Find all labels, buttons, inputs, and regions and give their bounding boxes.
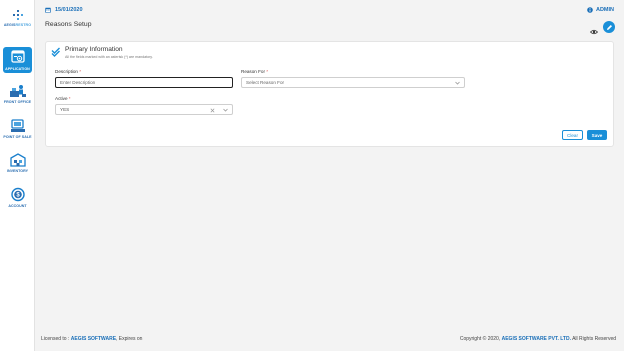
sidebar-item-label: INVENTORY bbox=[6, 169, 29, 173]
company-name: AEGIS SOFTWARE PVT. LTD. bbox=[501, 336, 571, 342]
required-marker: * bbox=[68, 96, 71, 101]
license-prefix: Licensed to : bbox=[41, 336, 70, 342]
eye-icon bbox=[589, 29, 599, 35]
copyright-prefix: Copyright © 2020, bbox=[459, 336, 501, 342]
double-check-icon bbox=[51, 47, 60, 57]
active-value: YES bbox=[60, 107, 70, 112]
clear-button[interactable]: Clear bbox=[562, 130, 583, 140]
calendar-icon bbox=[45, 7, 51, 13]
license-expiry: , Expires on bbox=[116, 336, 143, 342]
point-of-sale-icon bbox=[10, 119, 25, 132]
required-marker: * bbox=[266, 69, 269, 74]
description-placeholder: Enter Description bbox=[60, 80, 96, 85]
date-display: 15/01/2020 bbox=[45, 7, 83, 13]
account-icon: $ bbox=[10, 187, 25, 202]
active-label: Active * bbox=[55, 96, 71, 101]
active-select[interactable]: YES bbox=[55, 104, 233, 115]
front-office-icon bbox=[9, 85, 26, 97]
sidebar-item-label: POINT OF SALE bbox=[3, 135, 32, 139]
sidebar-item-inventory[interactable]: INVENTORY bbox=[0, 153, 35, 173]
inventory-icon bbox=[9, 153, 26, 167]
reason-for-placeholder: Select Reason For bbox=[246, 80, 285, 85]
active-label-text: Active bbox=[55, 96, 68, 101]
section-title: Primary Information bbox=[65, 46, 123, 53]
user-info-icon bbox=[587, 7, 593, 13]
application-icon bbox=[10, 50, 25, 63]
reason-for-label-text: Reason For bbox=[241, 69, 266, 74]
chevron-down-icon[interactable] bbox=[455, 81, 460, 85]
sidebar-item-label: FRONT OFFICE bbox=[3, 100, 32, 104]
sidebar-item-label: ACCOUNT bbox=[8, 204, 27, 208]
user-menu[interactable]: ADMIN bbox=[587, 7, 614, 13]
license-info: Licensed to : AEGIS SOFTWARE, Expires on bbox=[41, 336, 142, 342]
description-label-text: Description bbox=[55, 69, 78, 74]
primary-information-card: Primary Information All the fields marke… bbox=[45, 41, 614, 147]
section-subtitle: All the fields marked with an asterisk (… bbox=[65, 55, 153, 59]
sidebar-item-label: APPLICATION bbox=[5, 67, 30, 71]
sidebar-item-point-of-sale[interactable]: POINT OF SALE bbox=[0, 119, 35, 139]
user-name: ADMIN bbox=[595, 7, 614, 13]
copyright: Copyright © 2020, AEGIS SOFTWARE PVT. LT… bbox=[460, 336, 616, 342]
clear-selection-icon[interactable] bbox=[210, 108, 215, 113]
rights-text: All Rights Reserved bbox=[572, 336, 616, 342]
reason-for-select[interactable]: Select Reason For bbox=[241, 77, 465, 88]
top-bar: 15/01/2020 ADMIN bbox=[36, 0, 624, 20]
view-button[interactable] bbox=[589, 23, 599, 35]
app-logo[interactable]: AEGISRESTRO bbox=[0, 10, 35, 27]
required-marker: * bbox=[79, 69, 82, 74]
reason-for-label: Reason For * bbox=[241, 69, 268, 74]
current-date: 15/01/2020 bbox=[55, 7, 83, 13]
description-label: Description * bbox=[55, 69, 81, 74]
pencil-icon bbox=[606, 24, 612, 30]
logo-icon bbox=[12, 10, 23, 20]
sidebar-item-front-office[interactable]: FRONT OFFICE bbox=[0, 84, 35, 104]
sidebar-item-application[interactable]: APPLICATION bbox=[3, 47, 32, 73]
save-button[interactable]: Save bbox=[587, 130, 607, 140]
page-title: Reasons Setup bbox=[45, 21, 92, 28]
description-input[interactable]: Enter Description bbox=[55, 77, 233, 88]
logo-text-secondary: RESTRO bbox=[15, 23, 32, 27]
edit-button[interactable] bbox=[603, 21, 615, 33]
chevron-down-icon[interactable] bbox=[223, 108, 228, 112]
logo-text-primary: AEGIS bbox=[3, 23, 16, 27]
sidebar: AEGISRESTRO APPLICATION FRONT OFFICE POI… bbox=[0, 0, 35, 351]
sidebar-item-account[interactable]: $ ACCOUNT bbox=[0, 187, 35, 208]
licensee-name: AEGIS SOFTWARE bbox=[70, 336, 117, 342]
